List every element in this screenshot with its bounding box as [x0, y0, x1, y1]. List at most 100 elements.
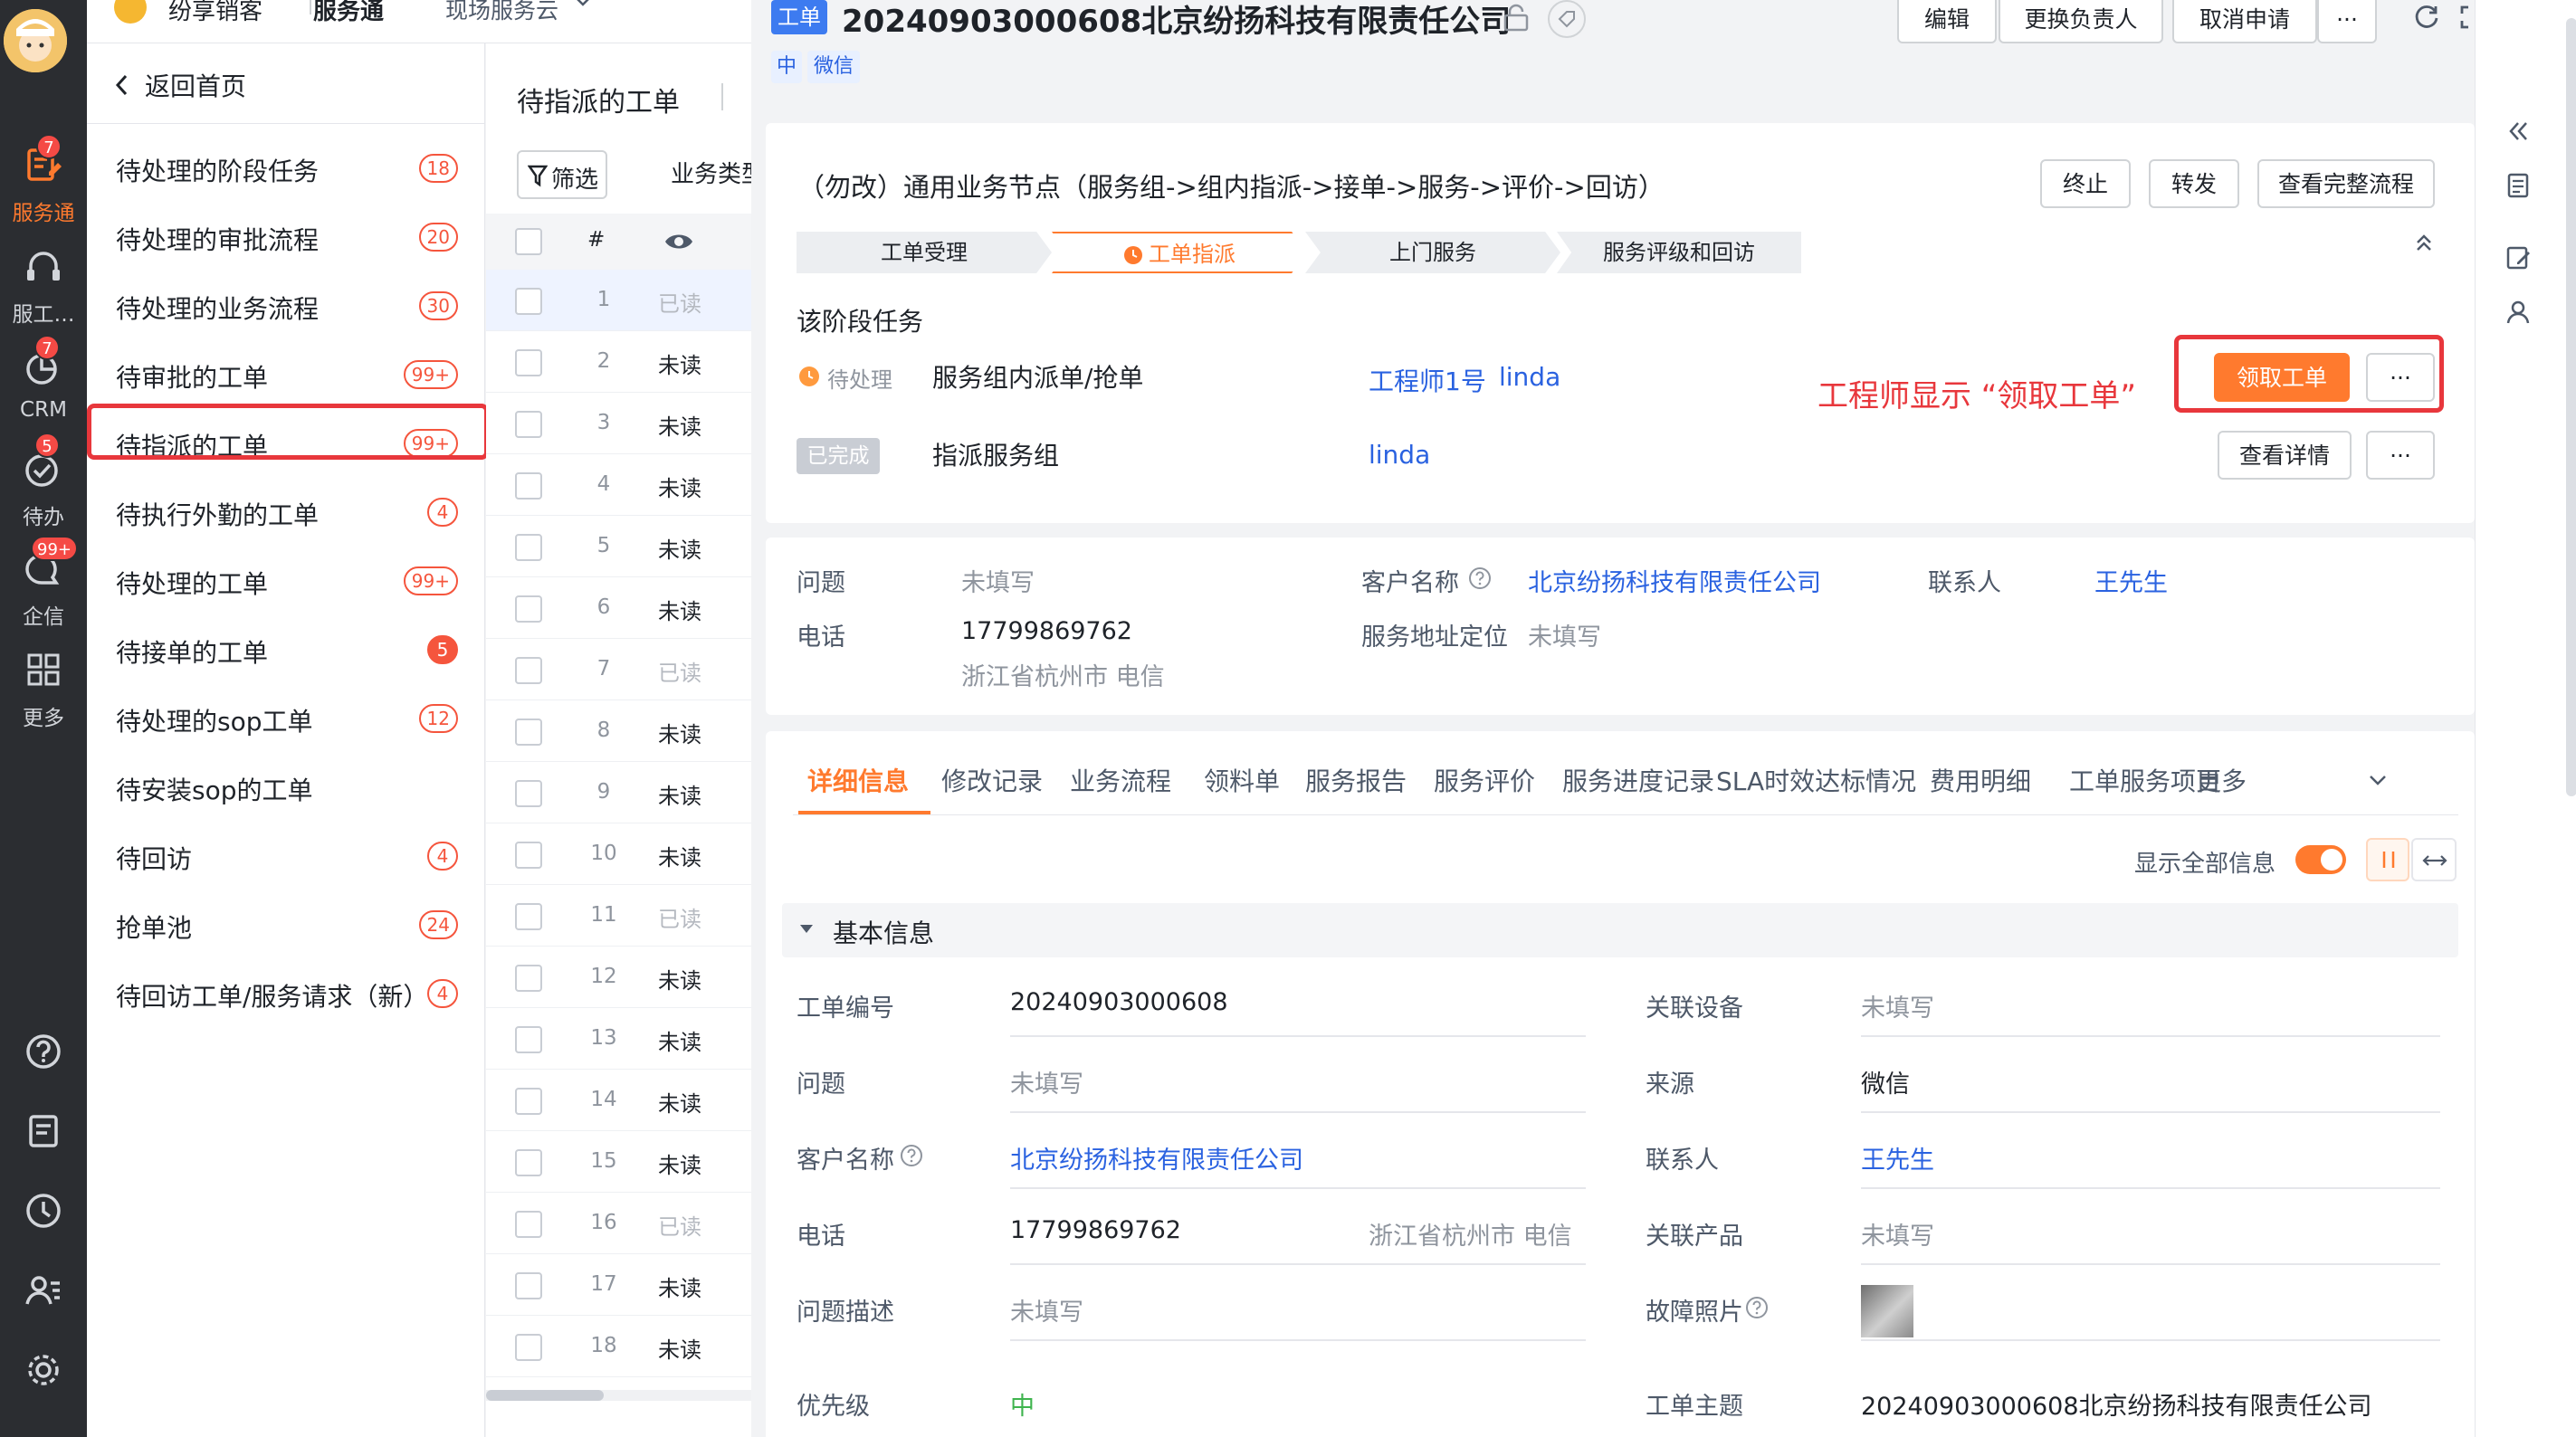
list-row[interactable]: 15 未读: [486, 1131, 751, 1193]
biz-type-select[interactable]: 业务类型: [671, 156, 751, 189]
list-row[interactable]: 8 未读: [486, 700, 751, 762]
tab[interactable]: 费用明细: [1930, 762, 2031, 798]
row-checkbox[interactable]: [515, 534, 542, 561]
rail-item-crm[interactable]: CRM 7: [0, 335, 87, 422]
tab[interactable]: 详细信息: [807, 762, 909, 798]
task-assignee[interactable]: linda: [1499, 362, 1560, 392]
row-checkbox[interactable]: [515, 780, 542, 807]
task-assignee[interactable]: linda: [1369, 440, 1430, 470]
sidebar-item[interactable]: 待处理的业务流程 30: [87, 271, 485, 340]
list-row[interactable]: 12 未读: [486, 947, 751, 1008]
change-owner-button[interactable]: 更换负责人: [1999, 0, 2163, 43]
more-button[interactable]: ···: [2317, 0, 2377, 43]
list-row[interactable]: 13 未读: [486, 1008, 751, 1070]
contact-link[interactable]: 王先生: [2094, 563, 2168, 598]
filter-button[interactable]: 筛选: [517, 150, 607, 199]
list-row[interactable]: 11 已读: [486, 885, 751, 947]
tab[interactable]: 服务报告: [1305, 762, 1407, 798]
help-icon[interactable]: [1468, 566, 1492, 590]
list-row[interactable]: 3 未读: [486, 393, 751, 454]
sidebar-item[interactable]: 待处理的sop工单 12: [87, 684, 485, 753]
row-checkbox[interactable]: [515, 965, 542, 992]
rail-item-more[interactable]: 更多: [0, 650, 87, 731]
row-checkbox[interactable]: [515, 657, 542, 684]
sidebar-item[interactable]: 待回访工单/服务请求（新） 4: [87, 959, 485, 1028]
scrollbar-thumb[interactable]: [486, 1390, 604, 1401]
edit-button[interactable]: 编辑: [1897, 0, 1997, 43]
team-icon[interactable]: [2504, 299, 2532, 326]
lock-icon[interactable]: [1501, 4, 1531, 33]
history-button[interactable]: [0, 1191, 87, 1236]
field-value[interactable]: 北京纷扬科技有限责任公司: [1010, 1140, 1303, 1175]
cancel-request-button[interactable]: 取消申请: [2172, 0, 2317, 43]
tab[interactable]: 业务流程: [1070, 762, 1171, 798]
eye-icon[interactable]: [663, 230, 694, 253]
refresh-icon[interactable]: [2413, 4, 2440, 31]
row-checkbox[interactable]: [515, 595, 542, 623]
sidebar-item[interactable]: 待接单的工单 5: [87, 615, 485, 684]
list-row[interactable]: 14 未读: [486, 1070, 751, 1131]
help-icon[interactable]: [900, 1144, 923, 1167]
sidebar-item[interactable]: 待安装sop的工单: [87, 753, 485, 822]
document-icon[interactable]: [2504, 172, 2532, 199]
row-checkbox[interactable]: [515, 1211, 542, 1238]
row-checkbox[interactable]: [515, 1334, 542, 1361]
tab[interactable]: 服务进度记录: [1562, 762, 1714, 798]
show-all-toggle[interactable]: [2295, 845, 2346, 874]
tab[interactable]: 更多: [2196, 762, 2247, 798]
rail-item-service-worker[interactable]: 服工…: [0, 246, 87, 328]
list-row[interactable]: 17 未读: [486, 1254, 751, 1316]
sidebar-item[interactable]: 待回访 4: [87, 822, 485, 890]
scope-select[interactable]: 现场服务云: [445, 0, 558, 25]
list-row[interactable]: 16 已读: [486, 1193, 751, 1254]
rail-item-todo[interactable]: 待办 5: [0, 433, 87, 530]
field-value[interactable]: 王先生: [1861, 1140, 1934, 1175]
list-row[interactable]: 6 未读: [486, 577, 751, 639]
row-checkbox[interactable]: [515, 718, 542, 746]
edit-note-icon[interactable]: [2504, 244, 2532, 271]
tag-button[interactable]: [1548, 0, 1586, 38]
notes-button[interactable]: [0, 1111, 87, 1156]
sidebar-item[interactable]: 待审批的工单 99+: [87, 340, 485, 409]
row-checkbox[interactable]: [515, 288, 542, 315]
customer-link[interactable]: 北京纷扬科技有限责任公司: [1528, 563, 1821, 598]
tab[interactable]: 领料单: [1204, 762, 1280, 798]
step-assign[interactable]: 工单指派: [1052, 232, 1307, 273]
tab[interactable]: 服务评价: [1434, 762, 1535, 798]
settings-button[interactable]: [0, 1350, 87, 1395]
row-checkbox[interactable]: [515, 472, 542, 500]
layout-full-width-button[interactable]: [2411, 838, 2457, 881]
rail-item-service[interactable]: 服务通 7: [0, 134, 87, 226]
task-more-button[interactable]: ···: [2366, 431, 2435, 480]
sidebar-item[interactable]: 待执行外勤的工单 4: [87, 478, 485, 547]
rail-item-messenger[interactable]: 企信 99+: [0, 536, 87, 630]
list-row[interactable]: 4 未读: [486, 454, 751, 516]
layout-two-col-button[interactable]: [2366, 838, 2409, 881]
double-chevron-left-icon[interactable]: [2504, 118, 2532, 145]
sidebar-item[interactable]: 待处理的工单 99+: [87, 547, 485, 615]
row-checkbox[interactable]: [515, 411, 542, 438]
list-row[interactable]: 2 未读: [486, 331, 751, 393]
row-checkbox[interactable]: [515, 349, 542, 376]
row-checkbox[interactable]: [515, 1149, 542, 1176]
view-full-flow-button[interactable]: 查看完整流程: [2257, 159, 2435, 208]
view-details-button[interactable]: 查看详情: [2218, 431, 2352, 480]
module-name[interactable]: 服务通: [313, 0, 384, 26]
list-row[interactable]: 10 未读: [486, 823, 751, 885]
list-row[interactable]: 18 未读: [486, 1316, 751, 1377]
step-rating[interactable]: 服务评级和回访: [1557, 232, 1801, 273]
sidebar-item[interactable]: 待处理的审批流程 20: [87, 203, 485, 271]
fault-photo-thumbnail[interactable]: [1861, 1285, 1913, 1337]
task-assignee[interactable]: 工程师1号: [1369, 362, 1486, 398]
row-checkbox[interactable]: [515, 842, 542, 869]
tab[interactable]: 修改记录: [941, 762, 1043, 798]
task-more-button[interactable]: ···: [2366, 353, 2435, 402]
sidebar-item[interactable]: 待处理的阶段任务 18: [87, 134, 485, 203]
chevrons-up-icon[interactable]: [2413, 232, 2435, 253]
terminate-button[interactable]: 终止: [2040, 159, 2131, 208]
list-row[interactable]: 5 未读: [486, 516, 751, 577]
step-accepted[interactable]: 工单受理: [797, 232, 1052, 273]
row-checkbox[interactable]: [515, 1026, 542, 1053]
scrollbar-thumb[interactable]: [2566, 18, 2576, 796]
list-row[interactable]: 9 未读: [486, 762, 751, 823]
